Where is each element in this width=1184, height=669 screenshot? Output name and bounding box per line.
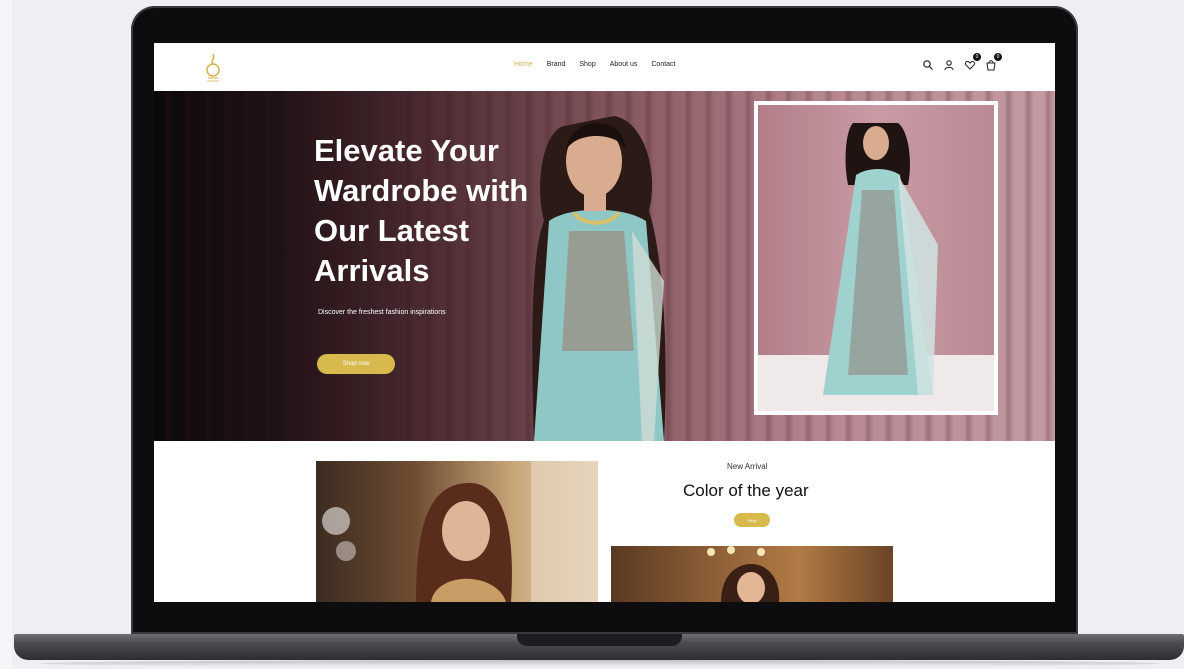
cart-count-badge: 0	[994, 53, 1002, 61]
promo-model-illustration	[322, 461, 598, 602]
wishlist-count-badge: 0	[973, 53, 981, 61]
nav-shop[interactable]: Shop	[579, 61, 595, 68]
promo-model-illustration-right	[707, 546, 780, 602]
user-icon[interactable]	[943, 58, 955, 71]
laptop-screen: Home Brand Shop About us Contact 0 0 Ele…	[154, 43, 1055, 602]
nav-contact[interactable]: Contact	[651, 61, 675, 68]
hero-title: Elevate Your Wardrobe with Our Latest Ar…	[314, 133, 529, 288]
site-header: Home Brand Shop About us Contact 0 0	[154, 43, 1055, 92]
featured-model-illustration	[758, 123, 994, 411]
hero-subtitle: Discover the freshest fashion inspiratio…	[318, 309, 446, 316]
laptop-shadow	[40, 660, 1160, 667]
nav-home[interactable]: Home	[514, 61, 533, 68]
section-shop-button[interactable]: Shop	[734, 513, 770, 527]
hero-banner: Elevate Your Wardrobe with Our Latest Ar…	[154, 91, 1055, 441]
promo-image-left[interactable]	[316, 461, 598, 602]
brand-logo[interactable]	[198, 52, 228, 84]
section-eyebrow: New Arrival	[727, 462, 768, 471]
nav-brand[interactable]: Brand	[547, 61, 566, 68]
main-nav: Home Brand Shop About us Contact	[514, 61, 690, 68]
shop-now-button[interactable]: Shop now	[317, 354, 395, 374]
header-icons: 0 0	[922, 53, 1002, 71]
section-heading: Color of the year	[683, 481, 809, 500]
background-panel	[0, 0, 12, 669]
cart-icon[interactable]: 0	[985, 53, 1002, 71]
search-icon[interactable]	[922, 58, 934, 70]
promo-image-right[interactable]	[611, 546, 893, 602]
featured-product-image[interactable]	[754, 101, 998, 415]
laptop-notch	[517, 634, 682, 646]
nav-about-us[interactable]: About us	[610, 61, 638, 68]
wishlist-icon[interactable]: 0	[964, 53, 981, 70]
